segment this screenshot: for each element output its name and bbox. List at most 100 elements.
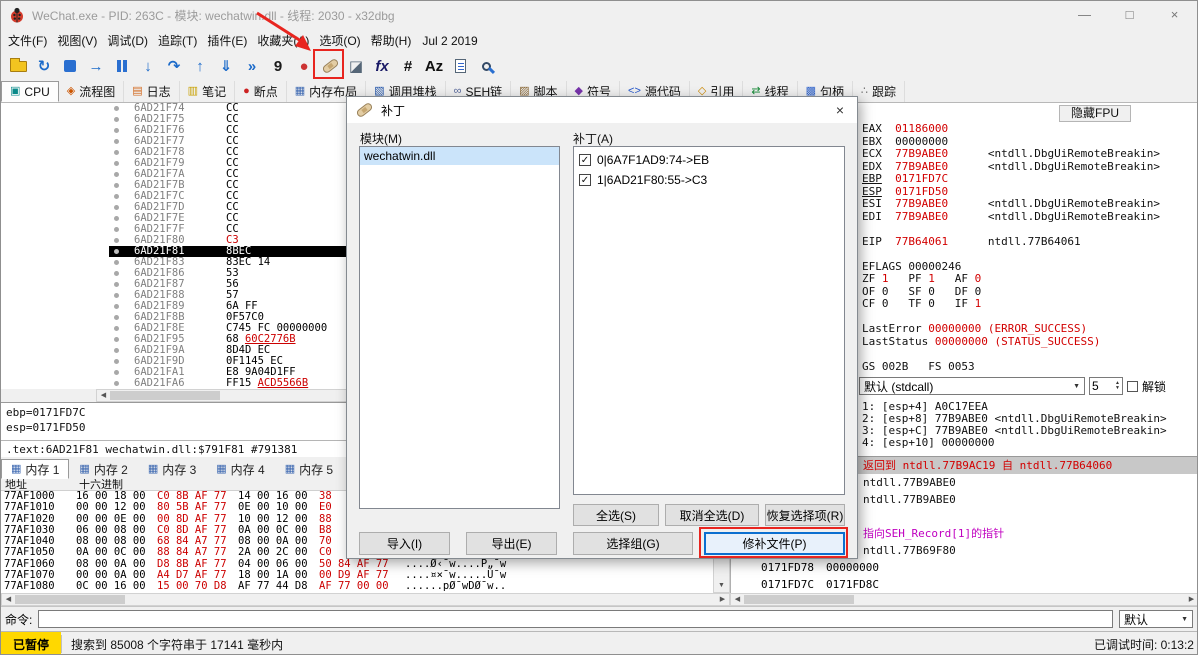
scroll-right-icon[interactable]: ▶ (1185, 594, 1197, 605)
module-item[interactable]: wechatwin.dll (360, 147, 559, 165)
dump-address: 77AF1080 (4, 580, 55, 593)
report-button[interactable] (447, 54, 473, 78)
dialog-close-button[interactable]: × (823, 97, 857, 123)
breakpoint-dot (114, 271, 119, 276)
scroll-left-icon[interactable]: ◀ (97, 390, 110, 401)
step-out-button[interactable]: ↑ (187, 54, 213, 78)
open-file-button[interactable] (5, 54, 31, 78)
label-icon: # (403, 57, 413, 75)
command-profile-combo[interactable]: 默认 ▼ (1119, 610, 1193, 628)
select-group-button[interactable]: 选择组(G) (573, 532, 693, 555)
calling-convention-combo[interactable]: 默认 (stdcall) ▼ (859, 377, 1085, 395)
import-button[interactable]: 导入(I) (359, 532, 450, 555)
menu-debug[interactable]: 调试(D) (102, 30, 153, 51)
breakpoint-dot (114, 260, 119, 265)
stack-row[interactable]: 0171FD78 00000000 (731, 559, 1197, 576)
strings-button[interactable]: Az (421, 54, 447, 78)
tab-trace-label: 跟踪 (872, 85, 897, 99)
unlock-checkbox[interactable]: 解锁 (1127, 378, 1166, 395)
modules-list[interactable]: wechatwin.dll (359, 146, 560, 509)
stop-button[interactable] (57, 54, 83, 78)
breakpoint-dot (114, 183, 119, 188)
comment-icon: ◪ (348, 57, 364, 75)
checkbox-icon[interactable] (1127, 380, 1138, 392)
close-button[interactable]: × (1152, 1, 1197, 29)
scroll-down-icon[interactable]: ▼ (714, 580, 729, 592)
skip-button[interactable]: » (239, 54, 265, 78)
memory-tab-1[interactable]: ▦ 内存 1 (1, 459, 70, 479)
patch-checkbox[interactable]: ✓ (579, 154, 591, 166)
scroll-left-icon[interactable]: ◀ (2, 594, 15, 605)
breakpoint-button[interactable]: ● (291, 54, 317, 78)
breakpoint-dot (114, 293, 119, 298)
spinner-arrows-icon[interactable]: ▲ ▼ (1115, 381, 1120, 391)
comment-button[interactable]: ◪ (343, 54, 369, 78)
tab-trace[interactable]: ∴ 跟踪 (853, 81, 906, 102)
scroll-thumb[interactable] (744, 595, 854, 604)
hide-fpu-button[interactable]: 隐藏FPU (1059, 105, 1132, 122)
tab-log[interactable]: ▤ 日志 (124, 81, 180, 102)
menu-plugins[interactable]: 插件(E) (202, 30, 252, 51)
menu-view[interactable]: 视图(V) (52, 30, 102, 51)
spy-button[interactable] (473, 54, 499, 78)
register-line[interactable]: LastStatus 00000000 (STATUS_SUCCESS) (862, 335, 1160, 349)
register-line[interactable]: EDI 77B9ABE0 <ntdll.DbgUiRemoteBreakin> (862, 210, 1160, 224)
deselect-all-button[interactable]: 取消全选(D) (665, 504, 759, 526)
tab-notes[interactable]: ▥ 笔记 (180, 81, 236, 102)
register-line[interactable]: CF 0 TF 0 IF 1 (862, 297, 1160, 311)
step-over-button[interactable]: ↷ (161, 54, 187, 78)
register-line[interactable]: GS 002B FS 0053 (862, 360, 1160, 374)
pause-button[interactable] (109, 54, 135, 78)
breakpoint-dot (114, 172, 119, 177)
patch-item[interactable]: ✓ 1|6AD21F80:55->C3 (574, 170, 844, 190)
memory-tab-4[interactable]: ▦ 内存 4 (206, 459, 274, 479)
register-line[interactable]: EIP 77B64061 ntdll.77B64061 (862, 235, 1160, 249)
patch-file-button[interactable]: 修补文件(P) (704, 532, 845, 555)
menu-trace[interactable]: 追踪(T) (153, 30, 202, 51)
maximize-button[interactable]: □ (1107, 1, 1152, 29)
dump-row[interactable]: 77AF1080 0C 00 16 00 15 00 70 D8 AF 77 44 D… (1, 580, 713, 593)
memory-tab-5[interactable]: ▦ 内存 5 (275, 459, 343, 479)
chevron-down-icon: ▼ (1073, 382, 1080, 390)
restore-selection-button[interactable]: 恢复选择项(R) (765, 504, 845, 526)
tab-cpu[interactable]: ▣ CPU (1, 81, 59, 102)
assemble-button[interactable]: fx (369, 54, 395, 78)
step-into-button[interactable]: ↓ (135, 54, 161, 78)
export-button[interactable]: 导出(E) (466, 532, 557, 555)
patch-item[interactable]: ✓ 0|6A7F1AD9:74->EB (574, 150, 844, 170)
scroll-thumb[interactable] (15, 595, 125, 604)
stack-horizontal-scrollbar[interactable]: ◀ ▶ (730, 593, 1197, 606)
scroll-thumb[interactable] (110, 391, 220, 400)
memory-tab-3[interactable]: ▦ 内存 3 (138, 459, 206, 479)
dump-horizontal-scrollbar[interactable]: ◀ ▶ (1, 593, 730, 606)
trace-icon: 9 (273, 57, 283, 75)
scroll-left-icon[interactable]: ◀ (731, 594, 744, 605)
dump-bytes: AF 77 00 00 (319, 580, 389, 593)
run-button[interactable]: → (83, 54, 109, 78)
menu-file[interactable]: 文件(F) (3, 30, 52, 51)
menu-favourites[interactable]: 收藏夹(A) (252, 30, 314, 51)
scroll-right-icon[interactable]: ▶ (716, 594, 729, 605)
patch-checkbox[interactable]: ✓ (579, 174, 591, 186)
memory-tab-2[interactable]: ▦ 内存 2 (69, 459, 137, 479)
patch-button[interactable] (317, 54, 343, 78)
select-all-button[interactable]: 全选(S) (573, 504, 659, 526)
run-until-return-button[interactable]: ⇓ (213, 54, 239, 78)
titlebar: WeChat.exe - PID: 263C - 模块: wechatwin.d… (1, 1, 1197, 29)
stack-row[interactable]: 0171FD7C 0171FD8C (731, 576, 1197, 593)
tab-graph[interactable]: ◈ 流程图 (59, 81, 125, 102)
breakpoint-dot (114, 194, 119, 199)
patches-list[interactable]: ✓ 0|6A7F1AD9:74->EB ✓ 1|6AD21F80:55->C3 (573, 146, 845, 495)
restart-button[interactable]: ↻ (31, 54, 57, 78)
argument-count-spinner[interactable]: 5 ▲ ▼ (1089, 377, 1123, 395)
dialog-titlebar[interactable]: 补丁 × (347, 97, 857, 123)
minimize-button[interactable]: — (1062, 1, 1107, 29)
patch-icon (355, 101, 374, 119)
menu-help[interactable]: 帮助(H) (366, 30, 417, 51)
tab-breakpoints[interactable]: ● 断点 (235, 81, 287, 102)
command-input[interactable] (38, 610, 1113, 628)
trace-button[interactable]: 9 (265, 54, 291, 78)
tab-cpu-label: CPU (24, 84, 50, 99)
label-button[interactable]: # (395, 54, 421, 78)
menu-options[interactable]: 选项(O) (314, 30, 365, 51)
